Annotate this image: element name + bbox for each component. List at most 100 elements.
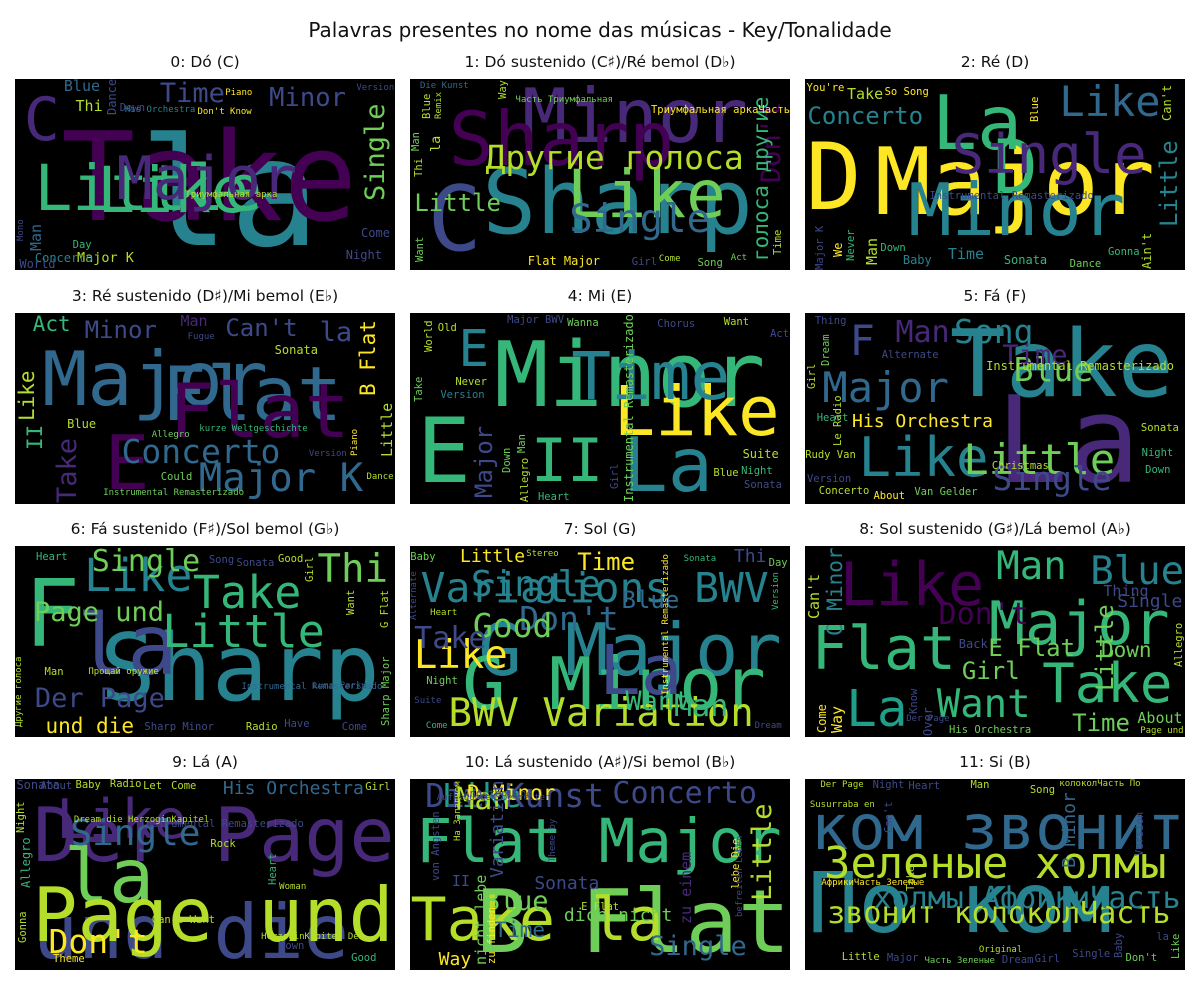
cloud-word: Chorus [657,318,696,331]
cloud-word: Sonata [1140,421,1179,434]
cloud-word: Man [862,237,881,265]
cloud-word: Dance [366,472,394,483]
cloud-word: Dance [105,79,120,116]
cloud-word: Der Page [820,779,864,790]
cloud-word: Good [278,552,304,565]
wordcloud-panel: 4: Mi (E) Minor E La Like Time II E Major Instrum… [410,285,790,504]
cloud-word: So Song [884,85,929,98]
cloud-word: Don't [938,597,1029,633]
cloud-word: E [416,399,471,504]
cloud-word: Часть Зеленые [924,956,995,967]
word-cloud: Sharp Fla Take Like Little Thi Single Der Page P… [15,546,395,737]
cloud-word: Allegro [519,457,532,502]
cloud-word: Stereo [526,548,559,559]
cloud-word: Man [895,315,950,351]
cloud-word: Down [501,448,514,474]
cloud-word: zu einem [676,852,695,925]
cloud-word: Time [947,244,985,263]
cloud-word: Act [32,313,71,336]
cloud-word: Mono [15,218,26,241]
cloud-word: Take [847,85,884,104]
cloud-word: Don't [1125,951,1158,964]
cloud-word: Heart [908,780,941,793]
wordcloud-panel: 10: Lá sustenido (A♯)/Si bemol (B♭) B Fla… [410,751,790,970]
cloud-word: Come [425,720,448,731]
cloud-word: Day [768,557,788,570]
cloud-word: Time [772,230,785,256]
word-cloud: Major Flat Like Take La Want Man Blue Don't Littl… [805,546,1185,737]
cloud-word: Der Page [34,683,165,715]
cloud-word: Night [741,464,773,477]
cloud-word: Girl [961,656,1020,685]
cloud-word: Flat Major [415,807,782,878]
wordcloud-panel: 1: Dó sustenido (C♯)/Ré bemol (D♭) Sharp C… [410,51,790,270]
cloud-word: Night [1141,446,1174,459]
cloud-word: la [319,316,353,348]
cloud-word: Single [649,931,747,963]
cloud-word: Way [497,80,510,100]
cloud-word: Want [936,681,1031,727]
cloud-word: Allegro [19,836,34,888]
word-cloud: la Take Little Like Major C Time Single Minor Man… [15,79,395,270]
cloud-word: Back [958,637,988,652]
cloud-word: Minor [84,315,157,344]
cloud-word: Le Radio [831,395,844,447]
cloud-word: Girl [1034,952,1060,965]
cloud-word: Come [658,253,681,264]
cloud-word: Другие голоса [15,656,25,728]
cloud-word: Man [410,132,422,152]
cloud-word: Time [1072,709,1130,737]
word-cloud: B Flat Flat Major Take la Like Die Kunst Conc… [410,779,790,970]
cloud-word: Heart [430,608,458,619]
cloud-word: Single [91,546,201,580]
cloud-word: Version [1133,812,1146,857]
wordcloud-panel: 11: Si (B) По ком ком звонит Зеленые холмы з… [805,751,1185,970]
cloud-word: Way [438,949,472,970]
cloud-word: C Minor [823,547,848,636]
cloud-word: Gonna [17,911,30,943]
cloud-word: Little [377,402,395,457]
cloud-word: Song [208,554,235,567]
cloud-word: Single [1072,948,1111,961]
wordcloud-panel: 5: Fá (F) La Take Like Little Major F Blue Song S… [805,285,1185,504]
cloud-word: Heart [267,853,280,886]
cloud-word: Instrumental Remasterizado [103,488,245,499]
cloud-word: Thing [1103,581,1149,600]
cloud-word: Want [723,315,750,328]
cloud-word: Time [494,918,545,943]
cloud-word: Sharp Minor [144,720,214,733]
cloud-word: Baby [1112,932,1125,958]
cloud-word: HerzoginKapitel Der [261,932,365,943]
cloud-word: Night [345,248,382,262]
cloud-word: Piano [225,88,253,99]
cloud-word: His Orchestra [852,410,993,432]
cloud-word: Night [15,801,27,834]
cloud-word: Concerto [34,251,93,266]
cloud-word: Man [970,779,990,792]
cloud-word: Take [414,620,487,656]
cloud-word: About [1137,708,1183,727]
cloud-word: Gonna [1107,245,1140,258]
cloud-word: Little [460,546,526,567]
cloud-word: Can't [1159,85,1174,122]
cloud-word: About [40,780,73,793]
cloud-word: АфрикиЧасть Зеленые [821,877,925,888]
cloud-word: Dream die HerzoginKapitel [73,815,210,826]
cloud-word: Like [1059,79,1161,126]
cloud-word: Alternate [410,571,420,620]
word-cloud: Minor E La Like Time II E Major Instrumental Rem… [410,313,790,504]
cloud-word: You're [806,82,845,95]
wordcloud-panel: 8: Sol sustenido (G♯)/Lá bemol (A♭) Major… [805,518,1185,737]
cloud-word: Major K [814,225,827,270]
cloud-word: Page und [33,597,164,629]
cloud-word: Time [577,548,636,577]
cloud-word: Woman [279,882,307,893]
cloud-word: His Orchestra [124,105,196,116]
cloud-word: Der Page [906,713,950,724]
cloud-word: Instrumental Remasterizado [929,190,1094,202]
cloud-word: von Angsten [430,810,443,881]
cloud-word: Can't [882,801,895,833]
cloud-word: Theme [53,952,85,965]
cloud-word: Version [308,448,347,459]
cloud-word: Major [886,951,919,964]
